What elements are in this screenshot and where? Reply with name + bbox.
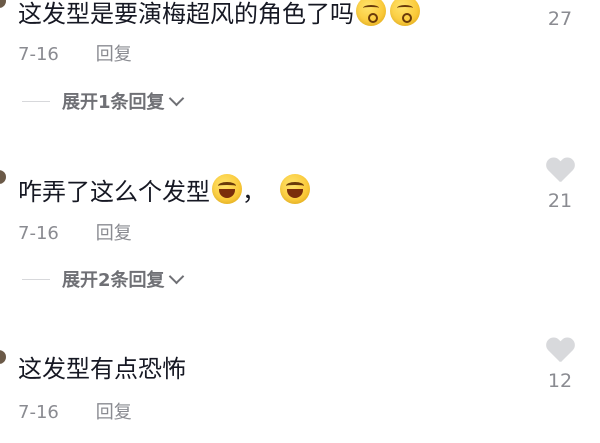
expand-replies-label: 展开1条回复	[62, 92, 165, 113]
comment-text: 咋弄了这么个发型，	[18, 174, 310, 207]
like-button[interactable]: 27	[544, 0, 576, 30]
comment-meta: 7-16 回复	[18, 219, 132, 245]
heart-icon	[546, 158, 574, 184]
reply-button[interactable]: 回复	[96, 402, 132, 423]
comment-meta: 7-16 回复	[18, 40, 132, 66]
chevron-down-icon	[168, 268, 184, 285]
avatar[interactable]	[0, 0, 6, 8]
like-button[interactable]: 12	[544, 338, 576, 392]
kiss-emoji-icon	[390, 0, 420, 26]
avatar[interactable]	[0, 170, 6, 184]
divider-line	[22, 278, 50, 280]
like-button[interactable]: 21	[544, 158, 576, 212]
comment-date: 7-16	[18, 44, 59, 65]
heart-icon	[546, 338, 574, 364]
divider-line	[22, 100, 50, 102]
expand-replies-button[interactable]: 展开2条回复	[22, 266, 184, 292]
comment-text: 这发型有点恐怖	[18, 355, 186, 383]
reply-button[interactable]: 回复	[96, 44, 132, 65]
emoji-group	[212, 174, 242, 204]
emoji-group	[356, 0, 420, 26]
comment-date: 7-16	[18, 402, 59, 423]
reply-button[interactable]: 回复	[96, 223, 132, 244]
kiss-emoji-icon	[356, 0, 386, 26]
emoji-group	[280, 174, 310, 204]
laugh-emoji-icon	[212, 174, 242, 204]
expand-replies-button[interactable]: 展开1条回复	[22, 88, 184, 114]
comment-text: 这发型是要演梅超风的角色了吗	[18, 0, 420, 29]
comment-meta: 7-16 回复	[18, 398, 132, 424]
comment-date: 7-16	[18, 223, 59, 244]
laugh-emoji-icon	[280, 174, 310, 204]
like-count: 21	[547, 190, 573, 212]
like-count: 27	[547, 8, 573, 30]
avatar[interactable]	[0, 350, 6, 364]
expand-replies-label: 展开2条回复	[62, 270, 165, 291]
like-count: 12	[547, 370, 573, 392]
chevron-down-icon	[168, 90, 184, 107]
